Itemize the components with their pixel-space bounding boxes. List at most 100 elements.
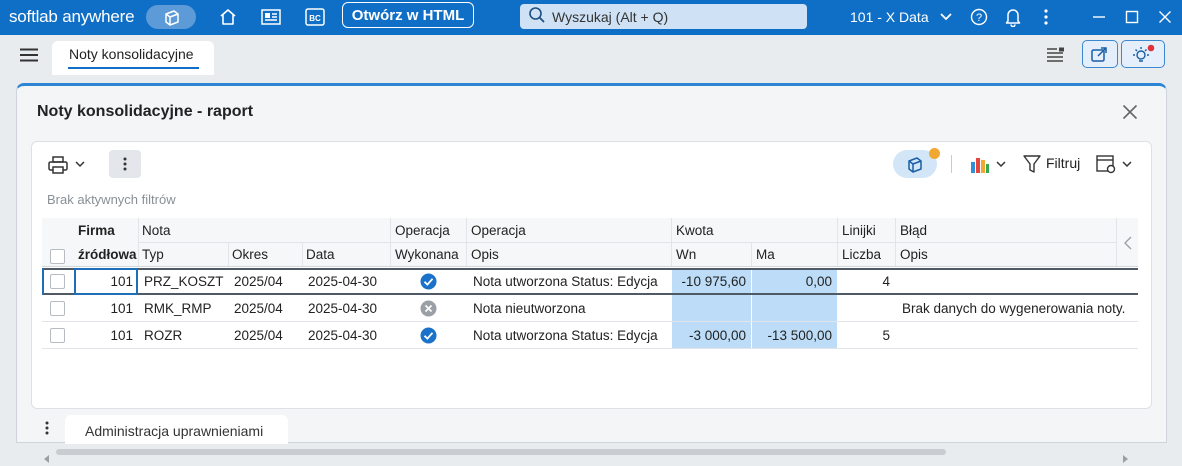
cell-blad-opis[interactable] bbox=[898, 322, 1138, 349]
print-icon[interactable] bbox=[46, 152, 70, 178]
col-opis[interactable]: Opis bbox=[467, 242, 667, 266]
minimize-icon[interactable] bbox=[1088, 6, 1110, 28]
col-firma-zrodlowa[interactable]: źródłowa bbox=[74, 242, 140, 266]
share-button[interactable] bbox=[1082, 40, 1118, 68]
title-bar: softlab anywhere BC Otwórz w HTML Wyszuk… bbox=[0, 0, 1182, 35]
cell-wn[interactable]: -3 000,00 bbox=[672, 322, 751, 349]
row-focus-marker bbox=[42, 268, 44, 295]
close-icon[interactable] bbox=[1122, 104, 1138, 123]
chevron-down-icon[interactable] bbox=[1121, 158, 1133, 170]
cell-ma[interactable]: -13 500,00 bbox=[752, 322, 837, 349]
tips-button[interactable] bbox=[1121, 40, 1165, 68]
bell-icon[interactable] bbox=[1002, 6, 1024, 28]
search-placeholder: Wyszukaj (Alt + Q) bbox=[552, 8, 669, 25]
cell-liczba[interactable] bbox=[838, 295, 895, 322]
bc-icon[interactable]: BC bbox=[303, 5, 327, 29]
bar-chart-icon[interactable] bbox=[968, 152, 992, 176]
cell-liczba[interactable]: 5 bbox=[838, 322, 895, 349]
chevron-down-icon[interactable] bbox=[935, 6, 957, 28]
news-icon[interactable] bbox=[258, 5, 284, 29]
open-html-button[interactable]: Otwórz w HTML bbox=[342, 2, 474, 28]
col-ma[interactable]: Ma bbox=[752, 242, 832, 266]
help-icon[interactable]: ? bbox=[968, 6, 990, 28]
share-icon bbox=[1091, 47, 1107, 62]
lightbulb-icon bbox=[1133, 44, 1155, 62]
cell-typ[interactable]: RMK_RMP bbox=[140, 295, 228, 322]
row-checkbox[interactable] bbox=[50, 301, 65, 316]
selected-row-outline bbox=[42, 268, 1138, 295]
cell-data[interactable]: 2025-04-30 bbox=[304, 295, 390, 322]
toolbar-divider bbox=[951, 155, 952, 173]
select-all-checkbox[interactable] bbox=[50, 249, 65, 264]
cell-firma[interactable]: 101 bbox=[74, 322, 138, 349]
more-vertical-icon[interactable] bbox=[1035, 6, 1057, 28]
chevron-down-icon[interactable] bbox=[995, 158, 1007, 170]
col-wn[interactable]: Wn bbox=[672, 242, 750, 266]
col-group-kwota[interactable]: Kwota bbox=[672, 218, 832, 242]
col-group-firma[interactable]: Firma bbox=[74, 218, 140, 242]
col-typ[interactable]: Typ bbox=[138, 242, 228, 266]
tab-bar: Noty konsolidacyjne bbox=[0, 35, 1182, 75]
status-error-icon bbox=[420, 300, 437, 317]
col-group-linijki[interactable]: Linijki bbox=[838, 218, 896, 242]
scrollbar-thumb[interactable] bbox=[56, 449, 946, 455]
search-icon bbox=[528, 6, 546, 27]
col-blad-opis[interactable]: Opis bbox=[896, 242, 1116, 266]
status-ok-icon bbox=[420, 327, 437, 344]
col-group-blad[interactable]: Błąd bbox=[896, 218, 1116, 242]
col-group-operacja[interactable]: Operacja bbox=[391, 218, 466, 242]
tab-label: Noty konsolidacyjne bbox=[69, 46, 194, 62]
bottom-tab-bar: Administracja uprawnieniami bbox=[0, 405, 1182, 444]
table-row[interactable]: 101 ROZR 2025/04 2025-04-30 Nota utworzona S… bbox=[42, 322, 1138, 349]
scroll-left-icon[interactable] bbox=[44, 450, 52, 463]
settings-icon[interactable] bbox=[1093, 151, 1119, 177]
cell-wn[interactable] bbox=[672, 295, 751, 322]
svg-text:BC: BC bbox=[309, 14, 321, 23]
focused-cell bbox=[74, 268, 138, 295]
panel-title: Noty konsolidacyjne - raport bbox=[37, 103, 254, 120]
filter-icon[interactable] bbox=[1021, 151, 1043, 177]
cell-ma[interactable] bbox=[752, 295, 837, 322]
badge-dot bbox=[929, 148, 940, 159]
maximize-icon[interactable] bbox=[1121, 6, 1143, 28]
col-wykonana[interactable]: Wykonana bbox=[391, 242, 466, 266]
menu-icon[interactable] bbox=[20, 48, 38, 65]
tab-noty-konsolidacyjne[interactable]: Noty konsolidacyjne bbox=[52, 41, 214, 75]
svg-text:?: ? bbox=[976, 12, 982, 24]
cell-opis[interactable]: Nota utworzona Status: Edycja bbox=[469, 322, 671, 349]
col-data[interactable]: Data bbox=[302, 242, 390, 266]
row-checkbox[interactable] bbox=[50, 328, 65, 343]
more-vertical-icon[interactable] bbox=[42, 419, 52, 437]
cell-typ[interactable]: ROZR bbox=[140, 322, 228, 349]
list-view-icon[interactable] bbox=[1043, 45, 1067, 67]
cube-icon[interactable] bbox=[146, 5, 196, 29]
notification-dot bbox=[1147, 44, 1155, 52]
database-selector[interactable]: 101 - X Data bbox=[850, 9, 929, 25]
home-icon[interactable] bbox=[216, 5, 240, 29]
report-panel: Noty konsolidacyjne - raport Filtruj Bra… bbox=[16, 83, 1167, 463]
tab-administracja-uprawnieniami[interactable]: Administracja uprawnieniami bbox=[65, 415, 288, 444]
filter-button[interactable]: Filtruj bbox=[1046, 155, 1080, 171]
cell-data[interactable]: 2025-04-30 bbox=[304, 322, 390, 349]
cell-okres[interactable]: 2025/04 bbox=[230, 295, 302, 322]
close-icon[interactable] bbox=[1154, 6, 1176, 28]
tab-underline bbox=[68, 67, 199, 69]
chevron-down-icon[interactable] bbox=[74, 158, 86, 170]
col-group-operacja-opis[interactable]: Operacja bbox=[467, 218, 667, 242]
table-row[interactable]: 101 RMK_RMP 2025/04 2025-04-30 Nota nieutwor… bbox=[42, 295, 1138, 322]
search-box[interactable]: Wyszukaj (Alt + Q) bbox=[520, 4, 807, 29]
cell-blad-opis[interactable]: Brak danych do wygenerowania noty. bbox=[898, 295, 1138, 322]
scroll-right-icon[interactable] bbox=[1122, 450, 1130, 463]
col-liczba[interactable]: Liczba bbox=[838, 242, 896, 266]
col-okres[interactable]: Okres bbox=[228, 242, 302, 266]
report-card: Filtruj Brak aktywnych filtrów Firma Not… bbox=[31, 141, 1152, 463]
more-vertical-icon[interactable] bbox=[109, 150, 141, 178]
cell-firma[interactable]: 101 bbox=[74, 295, 138, 322]
cell-okres[interactable]: 2025/04 bbox=[230, 322, 302, 349]
chevron-left-icon[interactable] bbox=[1120, 235, 1136, 251]
cell-opis[interactable]: Nota nieutworzona bbox=[469, 295, 671, 322]
col-group-nota[interactable]: Nota bbox=[138, 218, 388, 242]
active-filters-text: Brak aktywnych filtrów bbox=[47, 192, 176, 207]
horizontal-scrollbar[interactable] bbox=[44, 448, 1130, 463]
app-brand: softlab anywhere bbox=[9, 7, 135, 26]
